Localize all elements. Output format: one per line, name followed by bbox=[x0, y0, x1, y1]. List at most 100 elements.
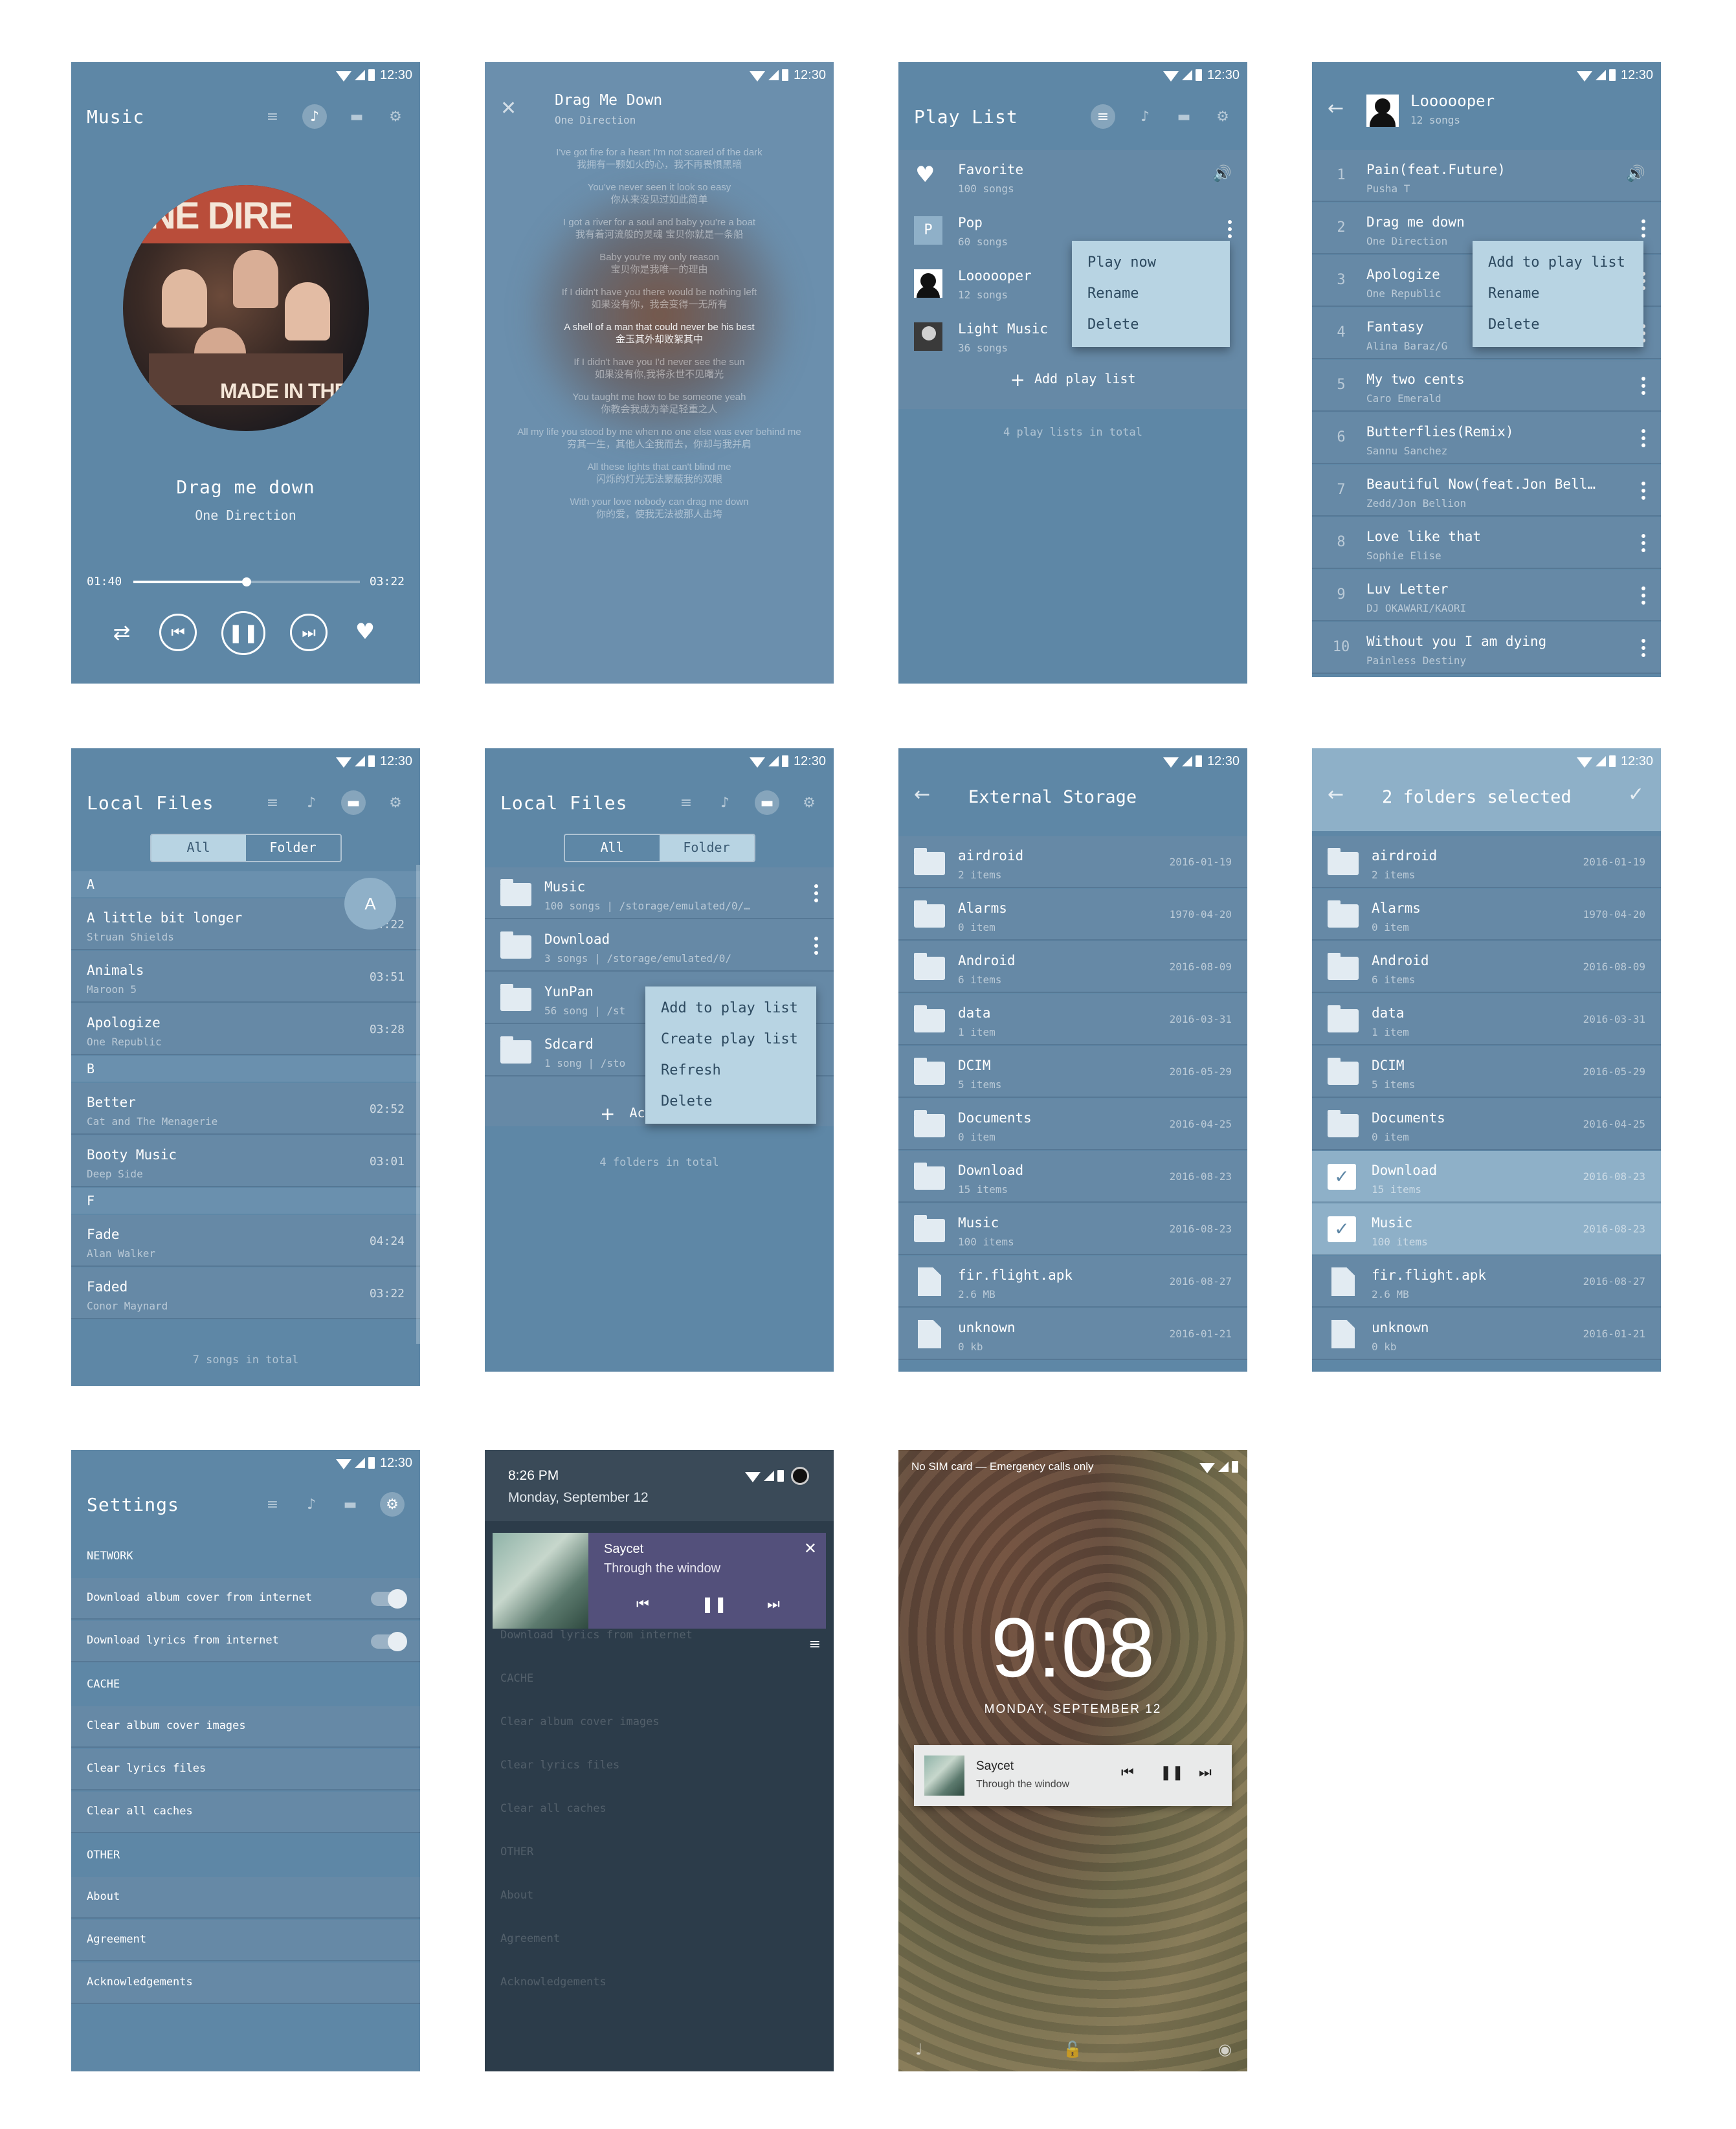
back-arrow-icon[interactable]: ← bbox=[1328, 783, 1344, 806]
close-icon[interactable]: ✕ bbox=[804, 1539, 817, 1557]
song-row[interactable]: Apologize One Republic 03:28 bbox=[71, 1003, 420, 1055]
menu-item-refresh[interactable]: Refresh bbox=[645, 1055, 816, 1086]
add-play-list-button[interactable]: + Add play list bbox=[898, 369, 1247, 390]
song-row[interactable]: 6 Butterflies(Remix) Sannu Sanchez bbox=[1312, 412, 1661, 464]
playlist-icon[interactable]: ≡ bbox=[263, 1495, 282, 1513]
file-row[interactable]: unknown 0 kb 2016-01-21 bbox=[898, 1308, 1247, 1360]
settings-item[interactable]: Agreement bbox=[71, 1920, 420, 1961]
settings-item[interactable]: Clear album cover images bbox=[71, 1706, 420, 1748]
playlist-icon[interactable]: ≡ bbox=[677, 794, 695, 812]
song-row[interactable]: Fade Alan Walker 04:24 bbox=[71, 1215, 420, 1267]
file-row[interactable]: DCIM 5 items 2016-05-29 bbox=[898, 1046, 1247, 1098]
gear-icon[interactable]: ⚙ bbox=[386, 794, 405, 812]
expand-handle-icon[interactable]: ≡ bbox=[809, 1636, 821, 1653]
file-row[interactable]: Android 6 items 2016-08-09 bbox=[898, 941, 1247, 993]
back-arrow-icon[interactable]: ← bbox=[1328, 97, 1344, 120]
playlist-icon[interactable]: ≡ bbox=[263, 107, 282, 126]
media-notification[interactable]: Saycet Through the window ✕ ⏮ ❚❚ ⏭ bbox=[493, 1533, 826, 1629]
settings-item[interactable]: Clear all caches bbox=[71, 1792, 420, 1833]
confirm-check-icon[interactable]: ✓ bbox=[1628, 783, 1644, 806]
more-icon[interactable] bbox=[1641, 482, 1645, 500]
song-row[interactable]: 7 Beautiful Now(feat.Jon Bell… Zedd/Jon Be… bbox=[1312, 465, 1661, 517]
folder-row[interactable]: Music 100 songs | /storage/emulated/0/… bbox=[485, 867, 834, 919]
song-row[interactable]: 9 Luv Letter DJ OKAWARI/KAORI bbox=[1312, 570, 1661, 621]
menu-item-delete[interactable]: Delete bbox=[645, 1086, 816, 1117]
file-row[interactable]: Alarms 0 item 1970-04-20 bbox=[898, 889, 1247, 941]
file-row[interactable]: fir.flight.apk 2.6 MB 2016-08-27 bbox=[898, 1256, 1247, 1308]
folder-icon[interactable]: ▬ bbox=[348, 107, 366, 126]
shuffle-icon[interactable]: ⇄ bbox=[109, 620, 135, 646]
lyrics-list[interactable]: I've got fire for a heart I'm not scared… bbox=[498, 146, 821, 531]
gear-icon[interactable]: ⚙ bbox=[800, 794, 818, 812]
lock-media-card[interactable]: Saycet Through the window ⏮ ❚❚ ⏭ bbox=[914, 1745, 1232, 1806]
previous-button[interactable]: ⏮ bbox=[159, 614, 197, 651]
seek-bar[interactable] bbox=[133, 577, 360, 586]
file-row[interactable]: airdroid 2 items 2016-01-19 bbox=[1312, 836, 1661, 888]
song-row[interactable]: 10 Without you I am dying Painless Destiny bbox=[1312, 622, 1661, 674]
settings-item[interactable]: Acknowledgements bbox=[71, 1963, 420, 2004]
gear-icon[interactable]: ⚙ bbox=[386, 107, 405, 126]
settings-item[interactable]: Clear lyrics files bbox=[71, 1749, 420, 1790]
settings-item[interactable]: Download album cover from internet bbox=[71, 1578, 420, 1620]
tab-folder[interactable]: Folder bbox=[659, 835, 754, 861]
gear-icon[interactable]: ⚙ bbox=[1214, 107, 1232, 126]
folder-icon[interactable]: ▬ bbox=[341, 1495, 359, 1513]
menu-item-rename[interactable]: Rename bbox=[1072, 278, 1230, 309]
seek-bar-thumb[interactable] bbox=[242, 577, 251, 586]
song-row[interactable]: Faded Conor Maynard 03:22 bbox=[71, 1267, 420, 1319]
more-icon[interactable] bbox=[1641, 534, 1645, 552]
more-icon[interactable] bbox=[1641, 219, 1645, 238]
pause-button[interactable]: ❚❚ bbox=[701, 1595, 727, 1613]
more-icon[interactable] bbox=[1641, 377, 1645, 395]
pause-button[interactable]: ❚❚ bbox=[1160, 1765, 1184, 1781]
music-note-icon[interactable]: ♪ bbox=[1136, 107, 1154, 126]
music-note-icon[interactable]: ♪ bbox=[716, 794, 734, 812]
tab-all[interactable]: All bbox=[565, 835, 660, 861]
close-icon[interactable]: ✕ bbox=[500, 97, 526, 123]
more-icon[interactable] bbox=[814, 937, 818, 955]
more-icon[interactable] bbox=[814, 884, 818, 902]
playlist-icon[interactable]: ≡ bbox=[263, 794, 282, 812]
song-row[interactable]: 5 My two cents Caro Emerald bbox=[1312, 360, 1661, 412]
file-row[interactable]: Android 6 items 2016-08-09 bbox=[1312, 941, 1661, 993]
next-button[interactable]: ⏭ bbox=[290, 614, 328, 651]
fast-scroll-bubble[interactable]: A bbox=[344, 878, 396, 930]
settings-item[interactable]: Download lyrics from internet bbox=[71, 1621, 420, 1662]
more-icon[interactable] bbox=[1641, 639, 1645, 657]
song-row[interactable]: 1 Pain(feat.Future) Pusha T 🔊 bbox=[1312, 150, 1661, 202]
album-cover[interactable]: NE DIRE MADE IN THE A bbox=[123, 185, 369, 431]
next-button[interactable]: ⏭ bbox=[767, 1596, 780, 1612]
song-row[interactable]: 8 Love like that Sophie Elise bbox=[1312, 517, 1661, 569]
back-arrow-icon[interactable]: ← bbox=[914, 783, 930, 806]
playlist-icon[interactable]: ≡ bbox=[1091, 104, 1115, 129]
lock-icon[interactable]: 🔓 bbox=[1063, 2040, 1082, 2058]
menu-item-create-play-list[interactable]: Create play list bbox=[645, 1024, 816, 1055]
scrollbar[interactable] bbox=[416, 865, 420, 1344]
song-row[interactable]: Booty Music Deep Side 03:01 bbox=[71, 1135, 420, 1187]
file-row[interactable]: unknown 0 kb 2016-01-21 bbox=[1312, 1308, 1661, 1360]
file-row[interactable]: data 1 item 2016-03-31 bbox=[898, 994, 1247, 1045]
more-icon[interactable] bbox=[1641, 586, 1645, 605]
next-button[interactable]: ⏭ bbox=[1199, 1765, 1212, 1781]
menu-item-add-to-play-list[interactable]: Add to play list bbox=[645, 993, 816, 1024]
menu-item-play-now[interactable]: Play now bbox=[1072, 247, 1230, 278]
folder-icon[interactable]: ▬ bbox=[755, 790, 779, 815]
file-row[interactable]: Documents 0 item 2016-04-25 bbox=[1312, 1098, 1661, 1150]
file-row[interactable]: fir.flight.apk 2.6 MB 2016-08-27 bbox=[1312, 1256, 1661, 1308]
music-note-icon[interactable]: ♪ bbox=[302, 794, 320, 812]
menu-item-rename[interactable]: Rename bbox=[1473, 278, 1643, 309]
folder-icon[interactable]: ▬ bbox=[1175, 107, 1193, 126]
file-row[interactable]: Music 100 items 2016-08-23 bbox=[898, 1203, 1247, 1255]
more-icon[interactable] bbox=[1228, 220, 1232, 238]
folder-icon[interactable]: ▬ bbox=[341, 790, 366, 815]
previous-button[interactable]: ⏮ bbox=[636, 1596, 649, 1612]
tab-all[interactable]: All bbox=[151, 835, 246, 861]
settings-item[interactable]: About bbox=[71, 1877, 420, 1919]
add-play-list-button[interactable]: + Ac bbox=[600, 1103, 645, 1124]
menu-item-delete[interactable]: Delete bbox=[1072, 309, 1230, 340]
camera-icon[interactable]: ◉ bbox=[1218, 2040, 1232, 2058]
music-note-icon[interactable]: ♪ bbox=[302, 1495, 320, 1513]
avatar[interactable] bbox=[791, 1467, 809, 1485]
toggle-switch[interactable] bbox=[371, 1632, 407, 1651]
more-icon[interactable] bbox=[1641, 429, 1645, 447]
